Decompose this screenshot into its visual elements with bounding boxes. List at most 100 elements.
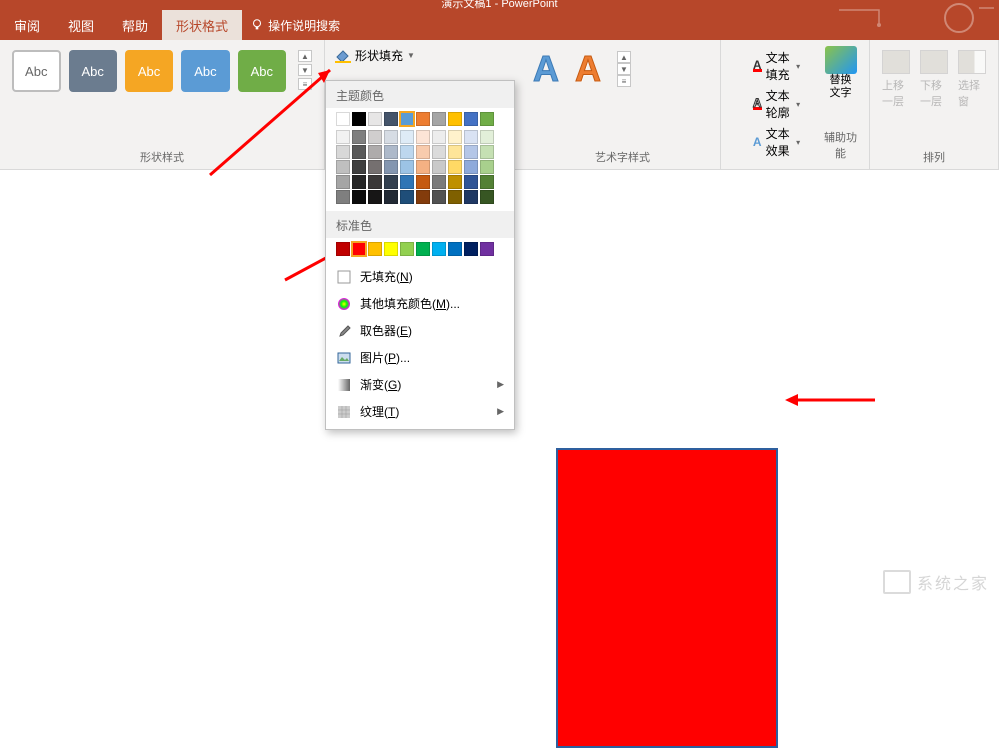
color-swatch[interactable] [480, 175, 494, 189]
color-swatch[interactable] [336, 112, 350, 126]
color-swatch[interactable] [480, 160, 494, 174]
color-swatch[interactable] [432, 175, 446, 189]
tab-view[interactable]: 视图 [54, 10, 108, 41]
color-swatch[interactable] [384, 112, 398, 126]
color-swatch[interactable] [448, 175, 462, 189]
color-swatch[interactable] [400, 145, 414, 159]
color-swatch[interactable] [464, 145, 478, 159]
color-swatch[interactable] [448, 112, 462, 126]
alt-text-icon[interactable] [825, 46, 857, 74]
color-swatch[interactable] [416, 112, 430, 126]
send-backward-button[interactable]: 下移一层 [920, 50, 948, 109]
color-swatch[interactable] [480, 145, 494, 159]
color-swatch[interactable] [384, 175, 398, 189]
color-swatch[interactable] [368, 145, 382, 159]
color-swatch[interactable] [336, 175, 350, 189]
color-swatch[interactable] [480, 242, 494, 256]
color-swatch[interactable] [336, 160, 350, 174]
color-swatch[interactable] [464, 160, 478, 174]
color-swatch[interactable] [448, 130, 462, 144]
color-swatch[interactable] [432, 190, 446, 204]
color-swatch[interactable] [432, 112, 446, 126]
color-swatch[interactable] [432, 145, 446, 159]
bring-forward-button[interactable]: 上移一层 [882, 50, 910, 109]
color-swatch[interactable] [368, 242, 382, 256]
color-swatch[interactable] [464, 242, 478, 256]
color-swatch[interactable] [480, 190, 494, 204]
color-swatch[interactable] [416, 145, 430, 159]
color-swatch[interactable] [464, 190, 478, 204]
color-swatch[interactable] [448, 160, 462, 174]
texture-option[interactable]: 纹理(T) ▶ [326, 398, 514, 425]
selection-pane-button[interactable]: 选择窗 [958, 50, 986, 109]
color-swatch[interactable] [352, 175, 366, 189]
color-swatch[interactable] [400, 160, 414, 174]
color-swatch[interactable] [336, 242, 350, 256]
color-swatch[interactable] [368, 160, 382, 174]
color-swatch[interactable] [352, 190, 366, 204]
color-swatch[interactable] [384, 190, 398, 204]
color-swatch[interactable] [464, 175, 478, 189]
gallery-more-icon[interactable]: ≡ [298, 78, 312, 90]
shape-fill-button[interactable]: 形状填充 ▼ [328, 44, 422, 67]
tab-review[interactable]: 审阅 [0, 10, 54, 41]
color-swatch[interactable] [352, 145, 366, 159]
eyedropper-option[interactable]: 取色器(E) [326, 317, 514, 344]
shape-style-2[interactable]: Abc [69, 50, 117, 92]
color-swatch[interactable] [384, 242, 398, 256]
text-effects-button[interactable]: A文本效果▾ [749, 124, 804, 160]
color-swatch[interactable] [352, 112, 366, 126]
color-swatch[interactable] [432, 130, 446, 144]
picture-option[interactable]: 图片(P)... [326, 344, 514, 371]
color-swatch[interactable] [384, 130, 398, 144]
color-swatch[interactable] [368, 112, 382, 126]
text-fill-button[interactable]: A文本填充▾ [749, 48, 804, 84]
color-swatch[interactable] [416, 175, 430, 189]
color-swatch[interactable] [352, 160, 366, 174]
color-swatch[interactable] [432, 242, 446, 256]
gallery-up-icon[interactable]: ▲ [298, 50, 312, 62]
wordart-more-icon[interactable]: ≡ [617, 75, 631, 87]
color-swatch[interactable] [336, 145, 350, 159]
tab-shape-format[interactable]: 形状格式 [162, 10, 242, 41]
more-colors-option[interactable]: 其他填充颜色(M)... [326, 290, 514, 317]
wordart-up-icon[interactable]: ▲ [617, 51, 631, 63]
tell-me-search[interactable]: 操作说明搜索 [250, 17, 340, 34]
color-swatch[interactable] [480, 130, 494, 144]
color-swatch[interactable] [416, 160, 430, 174]
color-swatch[interactable] [400, 190, 414, 204]
shape-style-4[interactable]: Abc [181, 50, 229, 92]
shape-style-3[interactable]: Abc [125, 50, 173, 92]
color-swatch[interactable] [464, 130, 478, 144]
gradient-option[interactable]: 渐变(G) ▶ [326, 371, 514, 398]
no-fill-option[interactable]: 无填充(N) [326, 263, 514, 290]
color-swatch[interactable] [464, 112, 478, 126]
color-swatch[interactable] [432, 160, 446, 174]
color-swatch[interactable] [416, 190, 430, 204]
color-swatch[interactable] [352, 242, 366, 256]
color-swatch[interactable] [400, 112, 414, 126]
color-swatch[interactable] [416, 242, 430, 256]
color-swatch[interactable] [368, 130, 382, 144]
color-swatch[interactable] [384, 145, 398, 159]
color-swatch[interactable] [448, 145, 462, 159]
shape-style-5[interactable]: Abc [238, 50, 286, 92]
replace-text-button[interactable]: 替换文字 [825, 74, 857, 100]
color-swatch[interactable] [400, 130, 414, 144]
color-swatch[interactable] [400, 242, 414, 256]
color-swatch[interactable] [416, 130, 430, 144]
color-swatch[interactable] [336, 130, 350, 144]
color-swatch[interactable] [448, 242, 462, 256]
color-swatch[interactable] [368, 175, 382, 189]
color-swatch[interactable] [480, 112, 494, 126]
tab-help[interactable]: 帮助 [108, 10, 162, 41]
color-swatch[interactable] [384, 160, 398, 174]
color-swatch[interactable] [448, 190, 462, 204]
color-swatch[interactable] [336, 190, 350, 204]
color-swatch[interactable] [368, 190, 382, 204]
wordart-down-icon[interactable]: ▼ [617, 63, 631, 75]
wordart-style-1[interactable]: A [533, 48, 559, 90]
wordart-style-2[interactable]: A [575, 48, 601, 90]
color-swatch[interactable] [352, 130, 366, 144]
rectangle-shape[interactable] [556, 448, 778, 748]
